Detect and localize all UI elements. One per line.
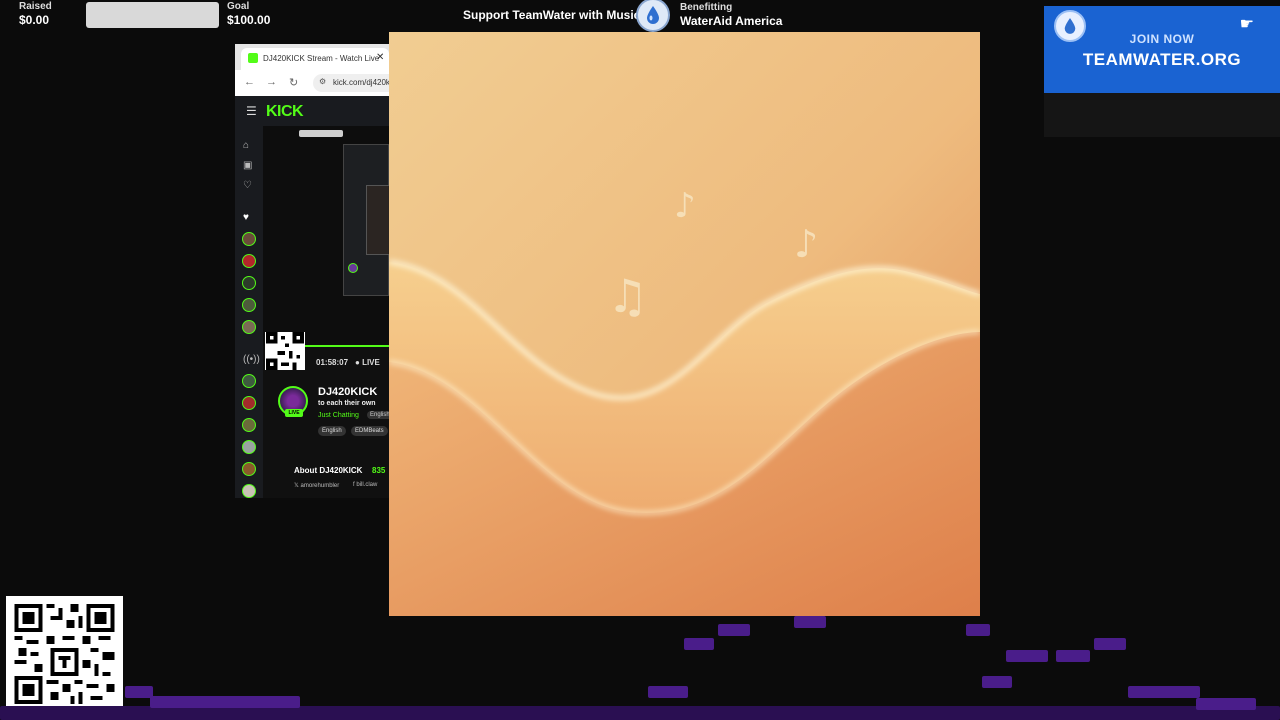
- url-text: kick.com/dj420kick: [333, 78, 389, 87]
- visualizer-bar: [794, 616, 826, 628]
- channel-avatar[interactable]: [242, 374, 256, 388]
- channel-avatar[interactable]: [242, 418, 256, 432]
- live-indicator: ● LIVE: [355, 358, 380, 367]
- benefiting-value: WaterAid America: [680, 14, 783, 28]
- benefiting-label: Benefitting: [680, 2, 733, 13]
- browser-window: DJ420KICK Stream - Watch Live ✕ ← → ↻ ⚙ …: [235, 44, 389, 498]
- live-icon[interactable]: ((•)): [243, 354, 260, 365]
- followers-count: 835: [372, 466, 386, 475]
- following-icon[interactable]: ♡: [243, 180, 252, 191]
- channel-avatar[interactable]: [242, 484, 256, 498]
- visualizer-bar: [0, 706, 1280, 720]
- favorites-icon[interactable]: ♥: [243, 212, 249, 223]
- visualizer-bar: [1094, 638, 1126, 650]
- join-now-text: JOIN NOW: [1129, 32, 1195, 46]
- water-drop-logo: [636, 0, 670, 32]
- category-link[interactable]: Just Chatting: [318, 412, 359, 419]
- visualizer-bar: [150, 696, 300, 708]
- visualizer-bar: [1056, 650, 1090, 662]
- tag-pill[interactable]: EDMBeats: [351, 426, 388, 436]
- channel-avatar[interactable]: [242, 298, 256, 312]
- back-icon[interactable]: ←: [244, 76, 255, 88]
- visualizer-bar: [1196, 698, 1256, 710]
- tab-title: DJ420KICK Stream - Watch Live: [263, 54, 380, 63]
- channel-avatar[interactable]: [242, 440, 256, 454]
- channel-avatar[interactable]: [242, 396, 256, 410]
- address-bar[interactable]: ⚙ kick.com/dj420kick: [313, 74, 389, 92]
- visualizer-bar: [982, 676, 1012, 688]
- channel-avatar[interactable]: [242, 462, 256, 476]
- live-badge: LIVE: [285, 409, 303, 417]
- pointing-hand-icon: ☛: [1239, 16, 1254, 33]
- kick-header: ☰ KICK: [235, 96, 389, 126]
- browser-tab[interactable]: DJ420KICK Stream - Watch Live ✕: [241, 48, 389, 70]
- social-link-facebook[interactable]: f bill.claw: [353, 482, 377, 488]
- visualizer-bar: [648, 686, 688, 698]
- tag-pill[interactable]: English: [318, 426, 346, 436]
- qr-code-icon: [266, 332, 304, 370]
- social-link-x[interactable]: 𝕏 amorehumbler: [294, 482, 339, 489]
- channel-name[interactable]: DJ420KICK: [318, 386, 377, 398]
- kick-favicon-icon: [248, 53, 258, 63]
- qr-code-small: [265, 332, 305, 370]
- visualizer-bar: [684, 638, 714, 650]
- close-tab-icon[interactable]: ✕: [376, 52, 384, 63]
- channel-avatar[interactable]: [242, 254, 256, 268]
- goal-value: $100.00: [227, 13, 271, 27]
- visualizer-bar: [1006, 650, 1048, 662]
- channel-avatar[interactable]: [242, 232, 256, 246]
- music-notes-icon: ♫: [607, 269, 648, 323]
- nested-stats-bar: [275, 128, 375, 138]
- nested-progress: [299, 130, 343, 137]
- support-text: Support TeamWater with Music: [463, 8, 641, 22]
- browse-icon[interactable]: ▣: [243, 160, 252, 171]
- kick-sidebar: ⌂ ▣ ♡ ♥ ((•)): [235, 126, 263, 498]
- audio-visualizer: [0, 610, 1280, 720]
- channel-avatar[interactable]: [242, 276, 256, 290]
- music-artwork: ♪ ♪ ♫: [389, 32, 980, 616]
- about-heading: About DJ420KICK: [294, 466, 363, 475]
- forward-icon[interactable]: →: [266, 76, 277, 88]
- tab-bar: DJ420KICK Stream - Watch Live ✕: [235, 44, 389, 70]
- visualizer-bar: [718, 624, 750, 636]
- raised-value: $0.00: [19, 13, 50, 27]
- nested-browser-capture: [343, 144, 389, 296]
- menu-icon[interactable]: ☰: [246, 104, 257, 118]
- browser-toolbar: ← → ↻ ⚙ kick.com/dj420kick: [235, 70, 389, 96]
- channel-avatar[interactable]: [242, 320, 256, 334]
- reload-icon[interactable]: ↻: [289, 76, 298, 89]
- music-note-icon: ♪: [794, 222, 818, 266]
- nested-artwork: [366, 185, 389, 255]
- live-label: LIVE: [362, 358, 380, 367]
- water-drop-icon: [647, 6, 659, 24]
- visualizer-bar: [966, 624, 990, 636]
- nested-avatar: [348, 263, 358, 273]
- teamwater-site-text: TEAMWATER.ORG: [1082, 50, 1242, 69]
- goal-label: Goal: [227, 1, 250, 12]
- kick-logo[interactable]: KICK: [266, 103, 304, 121]
- language-tag[interactable]: English: [367, 411, 389, 419]
- visualizer-bar: [125, 686, 153, 698]
- raised-label: Raised: [19, 1, 52, 12]
- site-info-icon[interactable]: ⚙: [319, 77, 326, 86]
- teamwater-banner[interactable]: ☛ JOIN NOW TEAMWATER.ORG: [1044, 6, 1280, 93]
- stream-timer: 01:58:07: [316, 358, 349, 367]
- visualizer-bar: [1128, 686, 1200, 698]
- artwork-illustration: ♪ ♪ ♫: [389, 32, 980, 616]
- home-icon[interactable]: ⌂: [243, 140, 249, 151]
- banner-underlay: [1044, 93, 1280, 137]
- donation-progress-bar: [86, 2, 219, 28]
- music-note-icon: ♪: [674, 186, 696, 226]
- channel-tagline: to each their own: [318, 400, 376, 407]
